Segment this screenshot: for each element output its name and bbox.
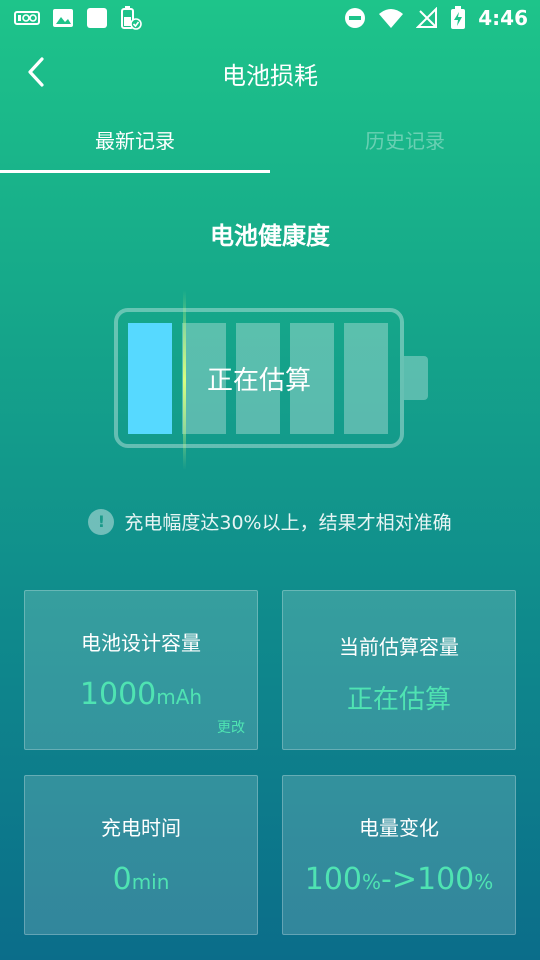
battery-graphic: 正在估算 bbox=[114, 290, 428, 470]
design-capacity-value: 1000mAh bbox=[25, 677, 257, 712]
charge-time-unit: min bbox=[131, 870, 170, 894]
design-capacity-card: 电池设计容量 1000mAh 更改 bbox=[24, 590, 258, 750]
tab-history-records[interactable]: 历史记录 bbox=[270, 110, 540, 174]
status-bar: 4:46 bbox=[0, 0, 540, 36]
image-icon bbox=[52, 8, 74, 28]
charge-time-label: 充电时间 bbox=[101, 816, 181, 840]
battery-tip bbox=[404, 356, 428, 400]
design-capacity-label: 电池设计容量 bbox=[81, 631, 201, 655]
level-from-unit: % bbox=[362, 870, 382, 894]
tab-indicator bbox=[0, 170, 270, 173]
accuracy-notice: ! 充电幅度达30%以上，结果才相对准确 bbox=[0, 508, 540, 535]
estimated-capacity-label: 当前估算容量 bbox=[339, 635, 459, 659]
section-title: 电池健康度 bbox=[210, 222, 330, 250]
level-arrow: -> bbox=[381, 862, 417, 897]
page-title: 电池损耗 bbox=[222, 62, 318, 90]
charge-time-value: 0min bbox=[25, 862, 257, 897]
charge-time-number: 0 bbox=[112, 862, 132, 897]
no-signal-icon bbox=[416, 7, 438, 29]
battery-charging-icon bbox=[450, 6, 466, 30]
design-capacity-number: 1000 bbox=[79, 677, 157, 712]
app-header: 电池损耗 bbox=[0, 36, 540, 108]
square-app-icon bbox=[86, 8, 108, 28]
tab-latest-records[interactable]: 最新记录 bbox=[0, 110, 270, 174]
exclamation-icon: ! bbox=[88, 508, 115, 535]
notice-text: 充电幅度达30%以上，结果才相对准确 bbox=[124, 512, 452, 534]
design-capacity-unit: mAh bbox=[156, 685, 203, 709]
battery-check-icon bbox=[120, 6, 142, 30]
battery-saver-icon bbox=[14, 8, 40, 28]
charge-time-card: 充电时间 0min bbox=[24, 775, 258, 935]
level-from: 100 bbox=[304, 862, 362, 897]
wifi-icon bbox=[378, 7, 404, 29]
do-not-disturb-icon bbox=[344, 7, 366, 29]
level-to: 100 bbox=[416, 862, 475, 897]
level-change-label: 电量变化 bbox=[359, 816, 439, 840]
battery-status-text: 正在估算 bbox=[206, 366, 311, 396]
estimated-capacity-value: 正在估算 bbox=[346, 685, 451, 715]
level-change-card: 电量变化 100%->100% bbox=[282, 775, 516, 935]
level-change-value: 100%->100% bbox=[283, 862, 515, 897]
tab-bar: 最新记录 历史记录 bbox=[0, 110, 540, 174]
level-to-unit: % bbox=[474, 870, 494, 894]
status-time: 4:46 bbox=[478, 6, 528, 30]
edit-capacity-button[interactable]: 更改 bbox=[217, 717, 245, 737]
estimated-capacity-card: 当前估算容量 正在估算 bbox=[282, 590, 516, 750]
